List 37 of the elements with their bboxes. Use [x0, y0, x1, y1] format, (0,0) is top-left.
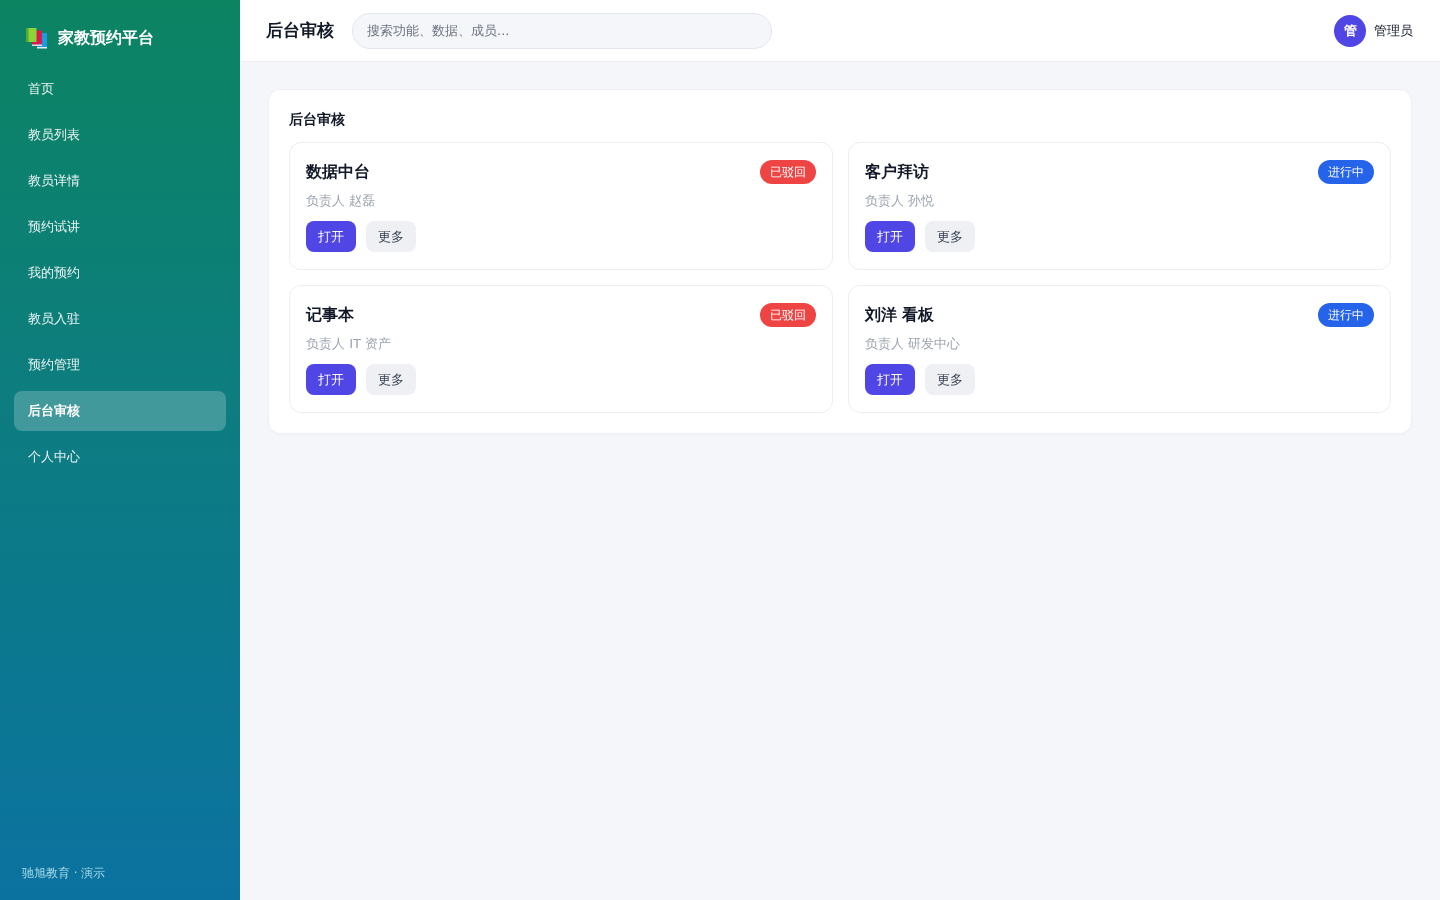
card-owner: 负责人 IT 资产 [306, 336, 393, 352]
user-name: 管理员 [1374, 21, 1413, 40]
sidebar-item[interactable]: 后台审核 [14, 391, 226, 431]
sidebar-item[interactable]: 我的预约 [14, 253, 226, 293]
open-button[interactable]: 打开 [306, 364, 356, 395]
panel-title: 后台审核 [289, 110, 346, 128]
card-title: 客户拜访 [864, 161, 929, 183]
open-button[interactable]: 打开 [864, 221, 915, 252]
more-button[interactable]: 更多 [924, 221, 975, 252]
brand-name: 家教预约平台 [58, 28, 154, 49]
open-button[interactable]: 打开 [864, 364, 915, 395]
sidebar-footer: 驰旭教育 · 演示 [14, 865, 226, 882]
card-title: 数据中台 [306, 161, 370, 183]
card-title: 刘洋 看板 [864, 304, 935, 326]
search-field[interactable]: 搜索功能、数据、成员... [352, 12, 772, 49]
card-owner: 负责人 研发中心 [864, 336, 961, 352]
sidebar-item[interactable]: 个人中心 [14, 437, 226, 477]
status-badge: 已驳回 [759, 303, 816, 327]
status-badge: 已驳回 [759, 160, 816, 184]
sidebar-item[interactable]: 预约试讲 [14, 207, 226, 247]
card-owner: 负责人 赵磊 [306, 193, 377, 209]
page-title: 后台审核 [266, 19, 334, 42]
status-badge: 进行中 [1318, 303, 1374, 327]
card-owner: 负责人 孙悦 [864, 193, 935, 209]
status-badge: 进行中 [1318, 160, 1374, 184]
sidebar-item[interactable]: 教员列表 [14, 115, 226, 155]
sidebar-item[interactable]: 首页 [14, 69, 226, 109]
card-title: 记事本 [306, 304, 354, 326]
books-icon [26, 28, 48, 49]
sidebar-item[interactable]: 教员入驻 [14, 299, 226, 339]
sidebar-item[interactable]: 教员详情 [14, 161, 226, 201]
user-avatar[interactable]: 管 [1334, 14, 1366, 47]
more-button[interactable]: 更多 [924, 364, 975, 395]
sidebar-item[interactable]: 预约管理 [14, 345, 226, 385]
more-button[interactable]: 更多 [366, 364, 416, 395]
open-button[interactable]: 打开 [306, 221, 356, 252]
more-button[interactable]: 更多 [366, 221, 416, 252]
